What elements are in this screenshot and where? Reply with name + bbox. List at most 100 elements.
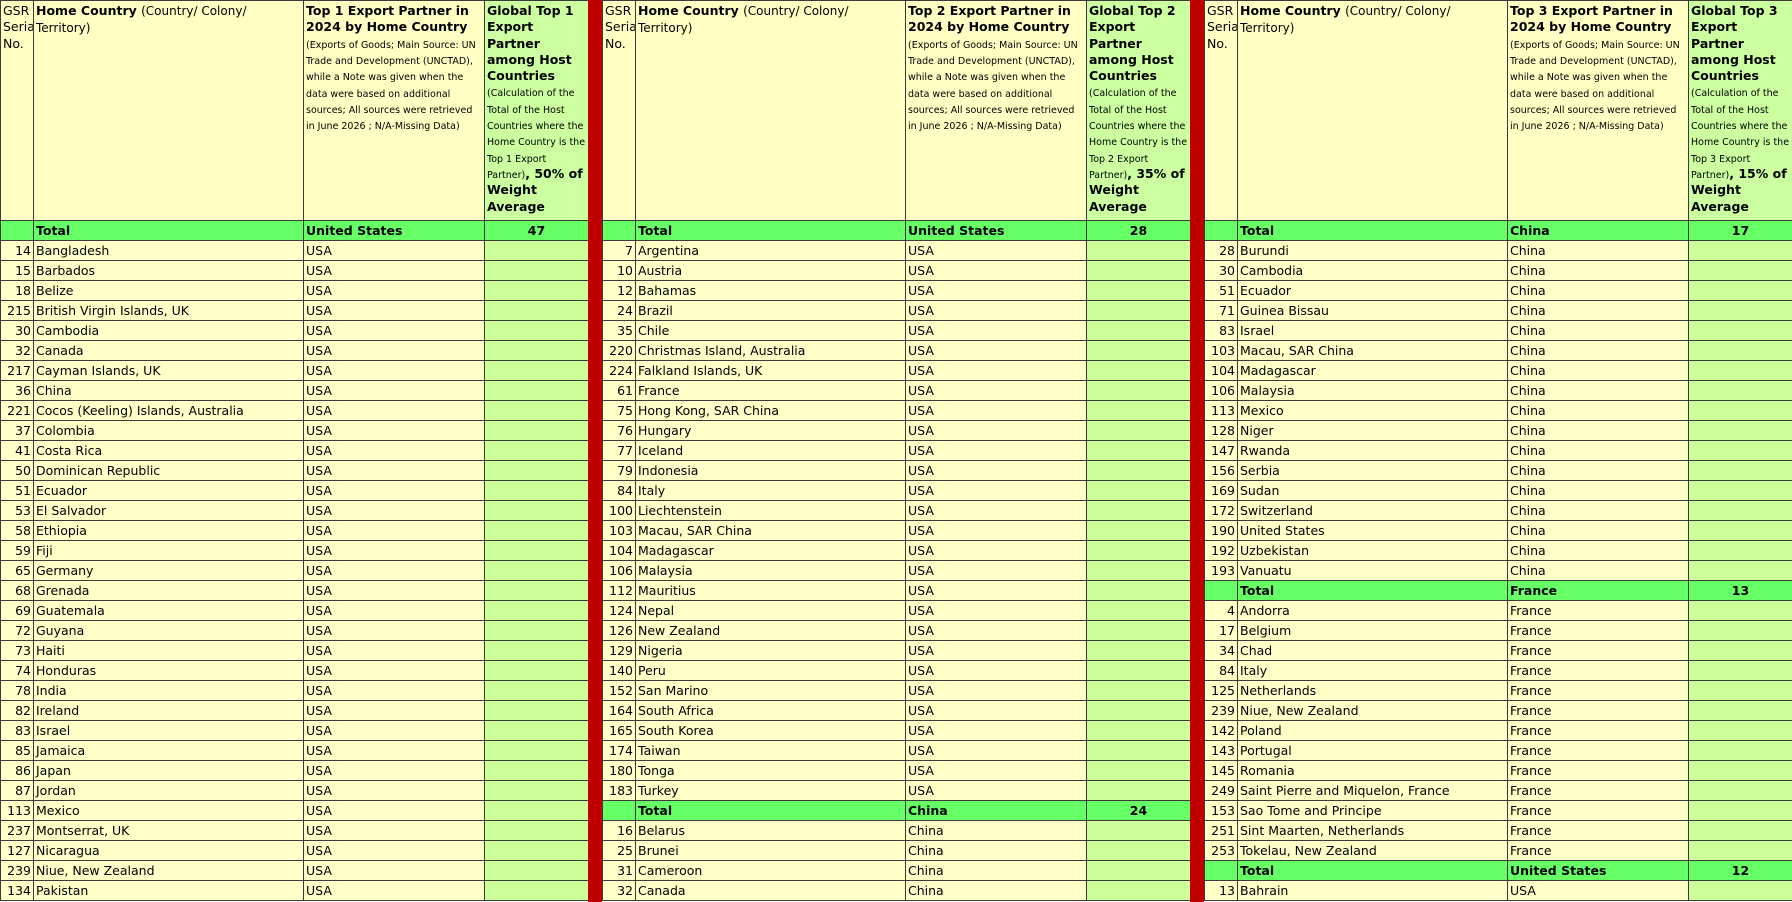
- partner-cell[interactable]: USA: [905, 440, 1087, 461]
- partner-cell[interactable]: China: [1507, 460, 1689, 481]
- serial-cell[interactable]: 127: [0, 840, 34, 861]
- partner-cell[interactable]: United States: [303, 220, 485, 241]
- country-cell[interactable]: San Marino: [635, 680, 906, 701]
- global-cell[interactable]: [1688, 640, 1792, 661]
- serial-cell[interactable]: 192: [1204, 540, 1238, 561]
- global-cell[interactable]: [1688, 720, 1792, 741]
- serial-cell[interactable]: 215: [0, 300, 34, 321]
- total-label-cell[interactable]: Total: [33, 220, 304, 241]
- global-cell[interactable]: [1688, 440, 1792, 461]
- serial-cell[interactable]: 36: [0, 380, 34, 401]
- header-home-country[interactable]: Home Country (Country/ Colony/ Territory…: [635, 0, 906, 221]
- global-cell[interactable]: [1688, 240, 1792, 261]
- partner-cell[interactable]: USA: [905, 740, 1087, 761]
- global-cell[interactable]: [1688, 420, 1792, 441]
- partner-cell[interactable]: USA: [905, 260, 1087, 281]
- global-cell[interactable]: [484, 280, 589, 301]
- country-cell[interactable]: Liechtenstein: [635, 500, 906, 521]
- global-cell[interactable]: [1688, 400, 1792, 421]
- serial-cell[interactable]: 75: [602, 400, 636, 421]
- global-cell[interactable]: [1688, 660, 1792, 681]
- partner-cell[interactable]: USA: [303, 560, 485, 581]
- country-cell[interactable]: British Virgin Islands, UK: [33, 300, 304, 321]
- country-cell[interactable]: Malaysia: [635, 560, 906, 581]
- global-cell[interactable]: [1086, 700, 1191, 721]
- global-cell[interactable]: [1086, 380, 1191, 401]
- country-cell[interactable]: Peru: [635, 660, 906, 681]
- partner-cell[interactable]: USA: [905, 600, 1087, 621]
- serial-cell[interactable]: [1204, 580, 1238, 601]
- partner-cell[interactable]: USA: [905, 320, 1087, 341]
- serial-cell[interactable]: 190: [1204, 520, 1238, 541]
- serial-cell[interactable]: 224: [602, 360, 636, 381]
- global-cell[interactable]: [1086, 640, 1191, 661]
- partner-cell[interactable]: USA: [905, 660, 1087, 681]
- country-cell[interactable]: Belarus: [635, 820, 906, 841]
- serial-cell[interactable]: 169: [1204, 480, 1238, 501]
- partner-cell[interactable]: USA: [905, 500, 1087, 521]
- total-count-cell[interactable]: 17: [1688, 220, 1792, 241]
- global-cell[interactable]: [1086, 460, 1191, 481]
- serial-cell[interactable]: 239: [1204, 700, 1238, 721]
- serial-cell[interactable]: 221: [0, 400, 34, 421]
- partner-cell[interactable]: USA: [905, 480, 1087, 501]
- serial-cell[interactable]: 74: [0, 660, 34, 681]
- country-cell[interactable]: Macau, SAR China: [1237, 340, 1508, 361]
- total-count-cell[interactable]: 12: [1688, 860, 1792, 881]
- country-cell[interactable]: Belgium: [1237, 620, 1508, 641]
- global-cell[interactable]: [1086, 300, 1191, 321]
- global-cell[interactable]: [484, 820, 589, 841]
- partner-cell[interactable]: France: [1507, 840, 1689, 861]
- global-cell[interactable]: [484, 540, 589, 561]
- country-cell[interactable]: Guatemala: [33, 600, 304, 621]
- country-cell[interactable]: Sint Maarten, Netherlands: [1237, 820, 1508, 841]
- global-cell[interactable]: [1688, 500, 1792, 521]
- global-cell[interactable]: [1086, 580, 1191, 601]
- serial-cell[interactable]: 18: [0, 280, 34, 301]
- country-cell[interactable]: Bahamas: [635, 280, 906, 301]
- serial-cell[interactable]: 4: [1204, 600, 1238, 621]
- country-cell[interactable]: Belize: [33, 280, 304, 301]
- serial-cell[interactable]: 72: [0, 620, 34, 641]
- serial-cell[interactable]: 51: [0, 480, 34, 501]
- country-cell[interactable]: Jordan: [33, 780, 304, 801]
- serial-cell[interactable]: 249: [1204, 780, 1238, 801]
- partner-cell[interactable]: USA: [905, 300, 1087, 321]
- global-cell[interactable]: [484, 320, 589, 341]
- global-cell[interactable]: [484, 840, 589, 861]
- country-cell[interactable]: Canada: [33, 340, 304, 361]
- partner-cell[interactable]: China: [1507, 280, 1689, 301]
- global-cell[interactable]: [1086, 860, 1191, 881]
- partner-cell[interactable]: USA: [905, 460, 1087, 481]
- country-cell[interactable]: South Korea: [635, 720, 906, 741]
- country-cell[interactable]: Bangladesh: [33, 240, 304, 261]
- serial-cell[interactable]: 124: [602, 600, 636, 621]
- partner-cell[interactable]: France: [1507, 760, 1689, 781]
- total-count-cell[interactable]: 47: [484, 220, 589, 241]
- country-cell[interactable]: Poland: [1237, 720, 1508, 741]
- serial-cell[interactable]: 59: [0, 540, 34, 561]
- country-cell[interactable]: Canada: [635, 880, 906, 901]
- header-home-country[interactable]: Home Country (Country/ Colony/ Territory…: [33, 0, 304, 221]
- serial-cell[interactable]: 30: [1204, 260, 1238, 281]
- partner-cell[interactable]: USA: [905, 420, 1087, 441]
- global-cell[interactable]: [484, 340, 589, 361]
- global-cell[interactable]: [1086, 880, 1191, 901]
- serial-cell[interactable]: [0, 220, 34, 241]
- serial-cell[interactable]: 106: [602, 560, 636, 581]
- country-cell[interactable]: Andorra: [1237, 600, 1508, 621]
- serial-cell[interactable]: 17: [1204, 620, 1238, 641]
- country-cell[interactable]: Netherlands: [1237, 680, 1508, 701]
- total-label-cell[interactable]: Total: [1237, 580, 1508, 601]
- serial-cell[interactable]: [602, 800, 636, 821]
- global-cell[interactable]: [1688, 540, 1792, 561]
- global-cell[interactable]: [484, 660, 589, 681]
- country-cell[interactable]: Brazil: [635, 300, 906, 321]
- header-serial[interactable]: GSR Serial No.: [1204, 0, 1238, 221]
- partner-cell[interactable]: USA: [905, 360, 1087, 381]
- serial-cell[interactable]: 12: [602, 280, 636, 301]
- serial-cell[interactable]: 61: [602, 380, 636, 401]
- serial-cell[interactable]: 34: [1204, 640, 1238, 661]
- country-cell[interactable]: Cayman Islands, UK: [33, 360, 304, 381]
- serial-cell[interactable]: 51: [1204, 280, 1238, 301]
